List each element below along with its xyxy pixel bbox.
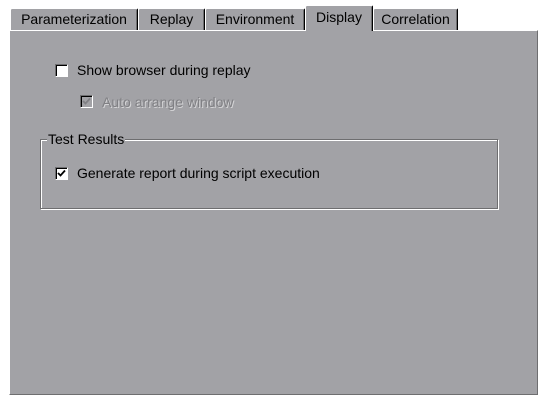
tab-label: Environment bbox=[215, 11, 295, 27]
generate-report-checkbox[interactable] bbox=[55, 167, 68, 180]
tab-parameterization[interactable]: Parameterization bbox=[10, 8, 138, 30]
test-results-group: Test Results Generate report during scri… bbox=[40, 131, 498, 209]
tab-correlation[interactable]: Correlation bbox=[373, 8, 458, 30]
tab-label: Display bbox=[316, 9, 362, 25]
display-tab-panel: Show browser during replay Auto arrange … bbox=[9, 30, 538, 395]
tab-display[interactable]: Display bbox=[305, 5, 373, 31]
tab-label: Parameterization bbox=[21, 11, 127, 27]
tab-label: Replay bbox=[149, 11, 194, 27]
tab-label: Correlation bbox=[381, 11, 450, 27]
generate-report-label[interactable]: Generate report during script execution bbox=[77, 165, 320, 181]
test-results-title: Test Results bbox=[47, 131, 126, 147]
auto-arrange-checkbox[interactable] bbox=[80, 95, 93, 108]
show-browser-label[interactable]: Show browser during replay bbox=[77, 62, 251, 78]
display-options-dialog: Parameterization Replay Environment Disp… bbox=[0, 0, 539, 397]
show-browser-checkbox[interactable] bbox=[55, 64, 68, 77]
auto-arrange-label[interactable]: Auto arrange window bbox=[102, 94, 234, 110]
tab-environment[interactable]: Environment bbox=[205, 8, 305, 30]
checkmark-icon bbox=[82, 97, 91, 105]
tab-replay[interactable]: Replay bbox=[138, 8, 205, 30]
checkmark-icon bbox=[57, 169, 66, 177]
